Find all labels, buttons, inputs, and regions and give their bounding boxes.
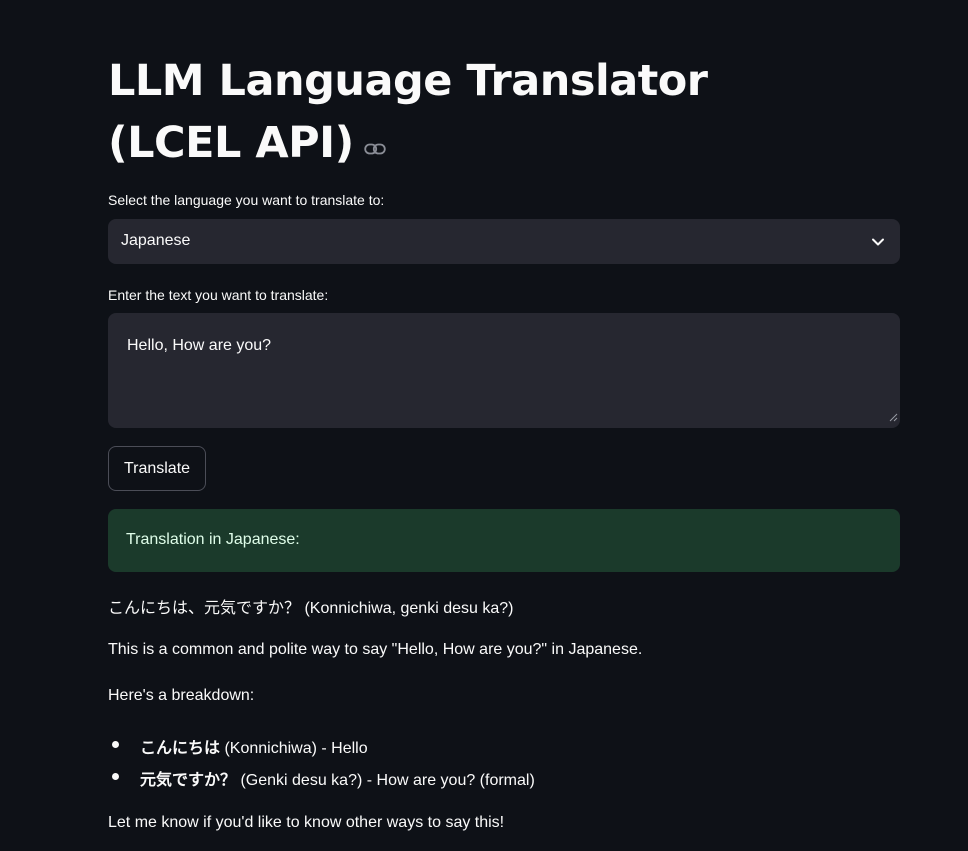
text-input-value[interactable]: Hello, How are you?: [127, 337, 271, 355]
translate-button[interactable]: Translate: [108, 446, 206, 491]
translation-line: こんにちは、元気ですか？ (Konnichiwa, genki desu ka?…: [108, 600, 514, 617]
language-select-value: Japanese: [121, 232, 191, 249]
language-select[interactable]: Japanese: [108, 219, 900, 264]
success-alert: Translation in Japanese:: [108, 509, 900, 572]
text-input-label: Enter the text you want to translate:: [108, 287, 329, 303]
link-icon[interactable]: [364, 111, 386, 173]
list-item-text: こんにちは (Konnichiwa) - Hello: [140, 734, 368, 758]
bullet-dot: [112, 773, 119, 780]
closing-text: Let me know if you'd like to know other …: [108, 814, 505, 831]
list-item-text: 元気ですか？ (Genki desu ka?) - How are you? (…: [140, 766, 535, 790]
text-input[interactable]: Hello, How are you?: [108, 313, 900, 428]
page-title: LLM Language Translator (LCEL API): [108, 50, 848, 177]
page-title-text: LLM Language Translator (LCEL API): [108, 56, 708, 168]
bullet-dot: [112, 741, 119, 748]
breakdown-heading: Here's a breakdown:: [108, 687, 255, 704]
list-item-description: (Genki desu ka?) - How are you? (formal): [236, 772, 535, 789]
list-item-term: 元気ですか？: [140, 772, 237, 789]
explanation-text: This is a common and polite way to say "…: [108, 641, 643, 658]
resize-handle-icon[interactable]: [889, 407, 898, 426]
list-item-term: こんにちは: [140, 740, 221, 757]
success-alert-text: Translation in Japanese:: [126, 531, 300, 548]
list-item-description: (Konnichiwa) - Hello: [220, 740, 368, 757]
chevron-down-icon[interactable]: [871, 234, 885, 253]
language-select-label: Select the language you want to translat…: [108, 192, 385, 208]
